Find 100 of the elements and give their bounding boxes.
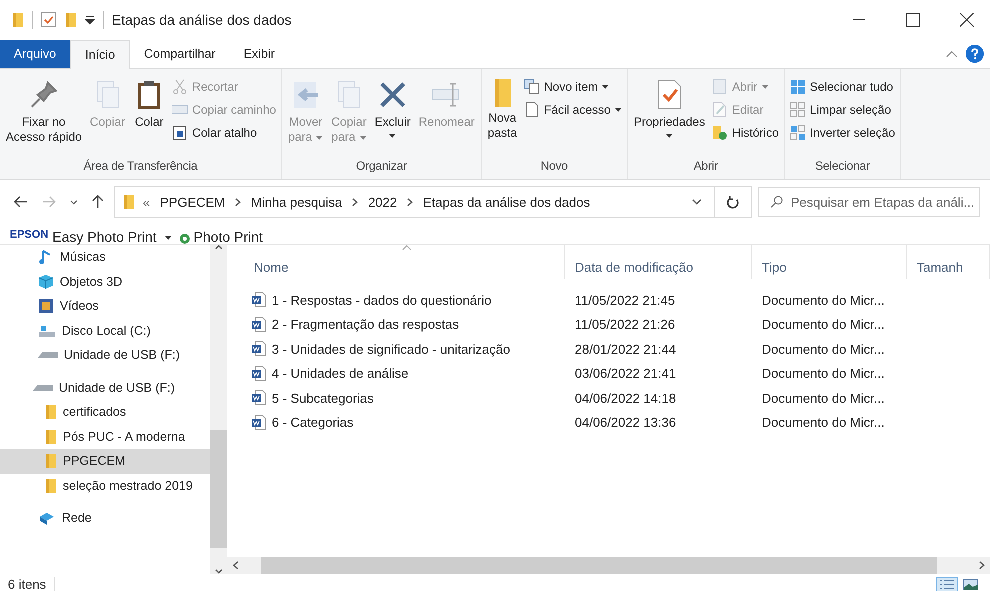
sort-ascending-icon [402,245,412,251]
type-cell-text: Documento do Micr... [761,317,886,332]
sidebar-item[interactable]: seleção mestrado 2019 [0,474,210,498]
scrollbar-thumb[interactable] [261,557,937,574]
new-item-icon [524,79,540,95]
view-button[interactable] [936,576,958,591]
ribbon-button[interactable]: Fixar no Acesso rápido [3,73,86,159]
toolbar-link[interactable]: Photo Print [194,230,264,244]
usb-drive-icon [33,384,53,391]
ribbon-small-button[interactable]: Colar atalho [170,123,278,143]
sidebar-item[interactable]: PPGECEM [0,449,210,474]
sidebar-item[interactable]: Unidade de USB (F:) [0,343,210,368]
ribbon-small-button[interactable]: Inverter seleção [788,123,898,143]
caret-down-icon [692,199,702,205]
select-all-icon [790,79,806,95]
item-count: 6 itens [8,577,56,591]
up-arrow-icon [92,195,104,209]
file-name-cell[interactable]: 2 - Fragmentação das respostas [227,316,565,333]
select-none-icon [790,102,806,118]
file-name-cell[interactable]: 4 - Unidades de análise [227,366,565,382]
type-cell-text: Documento do Micr... [761,390,886,406]
column-header[interactable]: Data de modificação [565,245,752,279]
toolbar-link[interactable]: Easy Photo Print [52,230,157,244]
details-view-icon [939,578,955,590]
sidebar-item[interactable]: Pós PUC - A moderna [0,424,210,449]
ribbon-tab[interactable]: Exibir [230,40,290,68]
word-document-icon [252,292,266,308]
large-icons-view-icon [963,578,979,590]
address-bar[interactable]: « PPGECEM Minha pesquisa 2022 Etapas da análise dos dados [114,186,752,218]
file-name-cell[interactable]: 6 - Categorias [227,414,565,431]
minimize-icon [853,19,865,21]
file-name-cell[interactable]: 3 - Unidades de significado - unitarização [227,341,565,358]
search-field[interactable]: Pesquisar em Etapas da análi... [758,187,980,217]
type-cell-text: Documento do Micr... [761,292,886,308]
sidebar-item[interactable]: Músicas [0,245,210,270]
ribbon-tab[interactable]: Compartilhar [130,40,230,68]
ribbon-group-label: Selecionar [814,159,872,175]
column-header[interactable]: Tamanh [907,245,990,279]
scroll-right-icon [978,561,984,570]
sidebar-item[interactable]: Disco Local (C:) [0,318,210,343]
open-icon [712,79,728,95]
breadcrumb[interactable]: Minha pesquisa [249,194,344,210]
photo-print-icon [180,234,190,244]
chevron-right-icon [235,198,242,206]
column-header[interactable]: Tipo [752,245,907,279]
ribbon-small-button[interactable]: Fácil acesso [522,100,624,120]
sidebar-item[interactable]: Rede [0,506,210,530]
date-cell-text: 04/06/2022 13:36 [574,415,678,430]
type-cell-text: Documento do Micr... [761,342,886,357]
folder-icon [123,194,135,210]
help-icon[interactable] [966,45,984,63]
folder-icon [65,12,77,28]
folder-icon [494,79,511,107]
ribbon-tab[interactable]: Arquivo [0,40,70,68]
folder-icon [45,478,57,494]
caret-icon [164,236,172,240]
caret-down-icon [70,200,78,204]
cube-icon [38,274,54,290]
breadcrumb[interactable]: 2022 [366,194,400,210]
ribbon-group-label: Abrir [692,159,720,175]
forward-arrow-icon [42,196,56,208]
sidebar-item[interactable]: certificados [0,400,210,424]
date-cell-text: 03/06/2022 21:41 [574,366,678,382]
file-name-cell[interactable]: 5 - Subcategorias [227,390,565,406]
maximize-icon [906,13,920,27]
word-document-icon [252,414,266,431]
file-name-cell[interactable]: 1 - Respostas - dados do questionário [227,292,565,308]
ribbon-small-button[interactable]: Histórico [710,123,782,143]
overflow-marker: « [143,194,150,210]
sidebar-item[interactable]: Vídeos [0,294,210,318]
back-arrow-icon [14,196,28,208]
scroll-left-icon [232,561,238,570]
breadcrumb[interactable]: PPGECEM [158,194,228,210]
type-cell-text: Documento do Micr... [761,366,886,382]
history-icon [712,125,728,141]
ribbon-small-button[interactable]: Novo item [522,77,624,97]
scrollbar-thumb[interactable] [210,430,227,548]
ribbon-tab[interactable]: Início [70,40,130,69]
ribbon-small-button[interactable]: Selecionar tudo [788,77,898,97]
scissors-icon [172,79,188,95]
ribbon-button[interactable]: Propriedades [630,73,708,159]
ribbon-small-button[interactable]: Limpar seleção [788,100,898,120]
window-title: Etapas da análise dos dados [112,12,292,28]
ribbon-button[interactable]: Colar [130,73,168,159]
ribbon-button[interactable]: Nova pasta [484,73,520,159]
close-icon [960,13,974,27]
date-cell-text: 11/05/2022 21:45 [574,292,676,308]
sidebar-item[interactable]: Unidade de USB (F:) [0,376,210,400]
folder-icon [45,453,57,470]
word-document-icon [252,341,266,358]
ribbon-button[interactable]: Excluir [372,73,414,159]
ribbon-group-label: Organizar [355,159,408,175]
date-cell-text: 04/06/2022 14:18 [574,390,678,406]
breadcrumb[interactable]: Etapas da análise dos dados [421,194,592,210]
scroll-down-icon [214,569,222,574]
date-cell-text: 11/05/2022 21:26 [574,317,676,332]
column-header[interactable]: Nome [227,245,565,279]
word-document-icon [252,390,266,406]
type-cell-text: Documento do Micr... [761,415,886,430]
sidebar-item[interactable]: Objetos 3D [0,270,210,294]
